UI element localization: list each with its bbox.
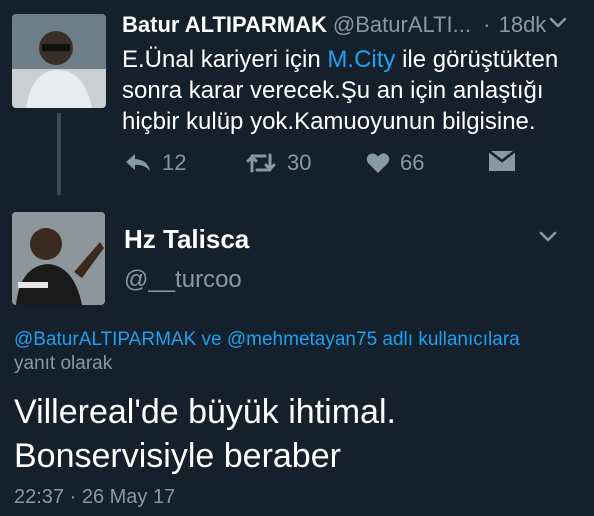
like-count: 66 bbox=[400, 150, 425, 175]
reply-tweet-text: Villereal'de büyük ihtimal. Bonservisiyl… bbox=[14, 390, 584, 478]
retweet-button[interactable]: 30 bbox=[245, 150, 311, 176]
reply-author-handle[interactable]: @__turcoo bbox=[124, 266, 242, 294]
reply-icon bbox=[126, 154, 150, 171]
parent-tweet-text-part1: E.Ünal kariyeri için bbox=[122, 46, 328, 73]
reply-button[interactable]: 12 bbox=[124, 150, 186, 176]
avatar-photo bbox=[12, 14, 106, 108]
reply-to-suffix: adlı kullanıcılara bbox=[377, 329, 520, 350]
retweet-count: 30 bbox=[287, 150, 312, 175]
parent-author-handle[interactable]: @BaturALTI... bbox=[333, 12, 471, 37]
chevron-down-icon[interactable] bbox=[548, 16, 568, 30]
reply-count: 12 bbox=[162, 150, 187, 175]
parent-author-name[interactable]: Batur ALTIPARMAK bbox=[122, 12, 327, 37]
parent-tweet-actions: 12 30 66 bbox=[0, 150, 594, 180]
parent-tweet-time-separator: · bbox=[483, 12, 491, 37]
reply-to-label: yanıt olarak bbox=[14, 353, 113, 374]
like-button[interactable]: 66 bbox=[366, 150, 424, 176]
reply-to-connector: ve bbox=[196, 329, 227, 350]
replying-to: @BaturALTIPARMAK ve @mehmetayan75 adlı k… bbox=[14, 328, 584, 376]
retweet-icon bbox=[246, 153, 276, 173]
mention-link[interactable]: @mehmetayan75 bbox=[227, 329, 377, 350]
direct-message-button[interactable] bbox=[488, 150, 516, 172]
reply-author-avatar[interactable] bbox=[12, 212, 105, 305]
reply-tweet-timestamp[interactable]: 22:37 · 26 May 17 bbox=[14, 486, 175, 509]
parent-tweet-text: E.Ünal kariyeri için M.City ile görüştük… bbox=[122, 44, 582, 137]
reply-author-name[interactable]: Hz Talisca bbox=[124, 224, 249, 255]
parent-tweet-header: Batur ALTIPARMAK @BaturALTI... · 18dk bbox=[122, 12, 546, 38]
avatar-photo bbox=[12, 212, 105, 305]
heart-icon bbox=[366, 153, 390, 173]
parent-tweet-link[interactable]: M.City bbox=[327, 46, 395, 73]
reply-tweet-text-line2: Bonservisiyle beraber bbox=[14, 437, 341, 475]
mention-link[interactable]: @BaturALTIPARMAK bbox=[14, 329, 196, 350]
parent-tweet-time[interactable]: 18dk bbox=[499, 12, 547, 37]
parent-author-avatar[interactable] bbox=[12, 14, 106, 108]
reply-tweet-text-line1: Villereal'de büyük ihtimal. bbox=[14, 393, 396, 431]
chevron-down-icon[interactable] bbox=[538, 230, 558, 244]
direct-message-icon bbox=[488, 150, 516, 171]
